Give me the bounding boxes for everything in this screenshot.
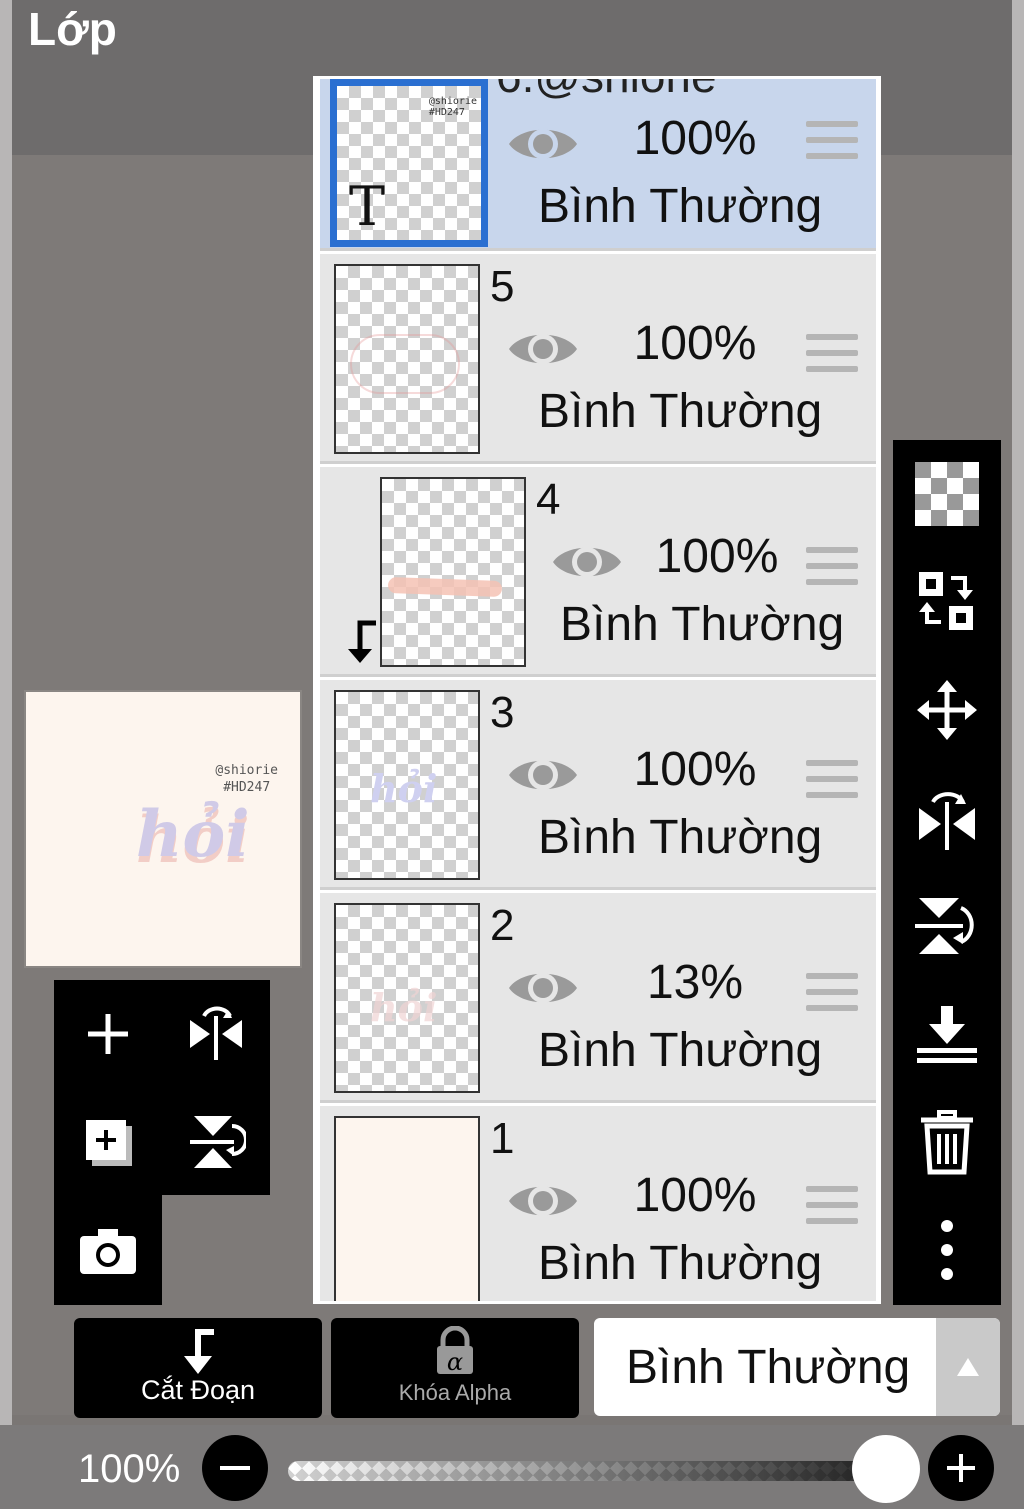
more-icon[interactable]	[907, 1210, 987, 1290]
drag-handle-icon[interactable]	[806, 1186, 858, 1234]
merge-down-icon[interactable]	[907, 994, 987, 1074]
eye-icon[interactable]	[506, 119, 580, 169]
thumb-word: hỏi	[370, 985, 438, 1030]
layer-blend-mode: Bình Thường	[538, 385, 823, 438]
eye-icon[interactable]	[550, 537, 624, 587]
layer-blend-mode: Bình Thường	[560, 598, 845, 651]
flip-vertical-icon[interactable]	[907, 886, 987, 966]
camera-palette	[54, 1195, 162, 1305]
canvas-preview[interactable]: @shiorie #HD247 hỏi	[24, 690, 302, 968]
layer-actions-toolbar	[893, 440, 1001, 1305]
alpha-lock-label: Khóa Alpha	[398, 1380, 512, 1405]
layer-name: 4	[536, 475, 561, 524]
clipping-button[interactable]: Cắt Đoạn	[74, 1318, 322, 1418]
layer-opacity: 100%	[633, 112, 757, 165]
drag-handle-icon[interactable]	[806, 973, 858, 1021]
preview-credit: @shiorie #HD247	[215, 763, 278, 795]
layer-row-4[interactable]: 4 100% Bình Thường	[320, 467, 876, 677]
layer-tools-palette	[54, 980, 270, 1195]
move-icon[interactable]	[907, 670, 987, 750]
layer-name: 3	[490, 688, 515, 737]
opacity-bar: 100%	[0, 1425, 1024, 1509]
layer-thumbnail[interactable]	[334, 264, 480, 454]
layer-thumbnail[interactable]: hỏi	[334, 903, 480, 1093]
layer-opacity: 100%	[633, 317, 757, 370]
thumb-stroke	[350, 334, 460, 394]
add-layer-icon[interactable]	[68, 994, 148, 1074]
lock-icon: α	[437, 1326, 473, 1376]
layer-row-6[interactable]: @shiorie #HD247 T 6:@shiorie 100% Bình Th…	[320, 79, 876, 251]
alpha-lock-button[interactable]: α Khóa Alpha	[331, 1318, 579, 1418]
thumb-stroke	[387, 577, 503, 597]
swap-layers-icon[interactable]	[907, 562, 987, 642]
minus-icon	[220, 1466, 250, 1470]
text-layer-icon: T	[349, 175, 386, 238]
drag-handle-icon[interactable]	[806, 760, 858, 808]
camera-icon[interactable]	[68, 1211, 148, 1291]
layer-name: 2	[490, 901, 515, 950]
drag-handle-icon[interactable]	[806, 334, 858, 382]
page-title: Lớp	[28, 3, 117, 55]
flip-vertical-icon[interactable]	[176, 1102, 256, 1182]
preview-word: hỏi	[136, 797, 250, 872]
layers-panel: @shiorie #HD247 T 6:@shiorie 100% Bình Th…	[313, 76, 881, 1304]
layer-row-2[interactable]: hỏi 2 13% Bình Thường	[320, 893, 876, 1103]
eye-icon[interactable]	[506, 1176, 580, 1226]
clip-arrow-icon	[348, 620, 376, 663]
layer-row-5[interactable]: 5 100% Bình Thường	[320, 254, 876, 464]
flip-horizontal-icon[interactable]	[907, 778, 987, 858]
slider-handle[interactable]	[852, 1435, 920, 1503]
layer-opacity: 100%	[633, 1169, 757, 1222]
thumb-word: hỏi	[370, 766, 438, 811]
plus-icon	[947, 1454, 975, 1482]
eye-icon[interactable]	[506, 963, 580, 1013]
layer-row-3[interactable]: hỏi 3 100% Bình Thường	[320, 680, 876, 890]
layer-thumbnail[interactable]	[380, 477, 526, 667]
layer-opacity: 100%	[633, 743, 757, 796]
layer-blend-mode: Bình Thường	[538, 811, 823, 864]
layer-name: 1	[490, 1114, 515, 1163]
layer-name: 6:@shiorie	[496, 76, 717, 102]
layer-blend-mode: Bình Thường	[538, 1024, 823, 1077]
layer-thumbnail[interactable]	[334, 1116, 480, 1301]
eye-icon[interactable]	[506, 750, 580, 800]
svg-text:α: α	[447, 1348, 463, 1376]
layer-blend-mode: Bình Thường	[538, 180, 823, 233]
layer-thumbnail[interactable]: @shiorie #HD247 T	[330, 79, 488, 247]
transparency-icon[interactable]	[907, 454, 987, 534]
add-layer-copy-icon[interactable]	[68, 1102, 148, 1182]
drag-handle-icon[interactable]	[806, 547, 858, 595]
opacity-slider[interactable]	[288, 1461, 888, 1481]
layer-blend-mode: Bình Thường	[538, 1237, 823, 1290]
chevron-up-icon[interactable]	[936, 1318, 1000, 1416]
clipping-label: Cắt Đoạn	[140, 1375, 256, 1405]
opacity-value: 100%	[78, 1447, 181, 1491]
increase-button[interactable]	[928, 1435, 994, 1501]
trash-icon[interactable]	[907, 1102, 987, 1182]
layer-opacity: 100%	[655, 530, 779, 583]
thumb-credit: @shiorie #HD247	[428, 96, 477, 118]
blend-mode-value: Bình Thường	[626, 1341, 911, 1394]
left-edge	[0, 0, 12, 1509]
decrease-button[interactable]	[202, 1435, 268, 1501]
layer-row-1[interactable]: 1 100% Bình Thường	[320, 1106, 876, 1301]
eye-icon[interactable]	[506, 324, 580, 374]
right-edge	[1012, 0, 1024, 1509]
layer-opacity: 13%	[646, 956, 744, 1009]
flip-horizontal-icon[interactable]	[176, 994, 256, 1074]
layer-name: 5	[490, 262, 515, 311]
drag-handle-icon[interactable]	[806, 121, 858, 169]
blend-mode-select[interactable]: Bình Thường	[594, 1318, 1000, 1416]
layer-thumbnail[interactable]: hỏi	[334, 690, 480, 880]
clip-arrow-icon	[184, 1329, 214, 1374]
